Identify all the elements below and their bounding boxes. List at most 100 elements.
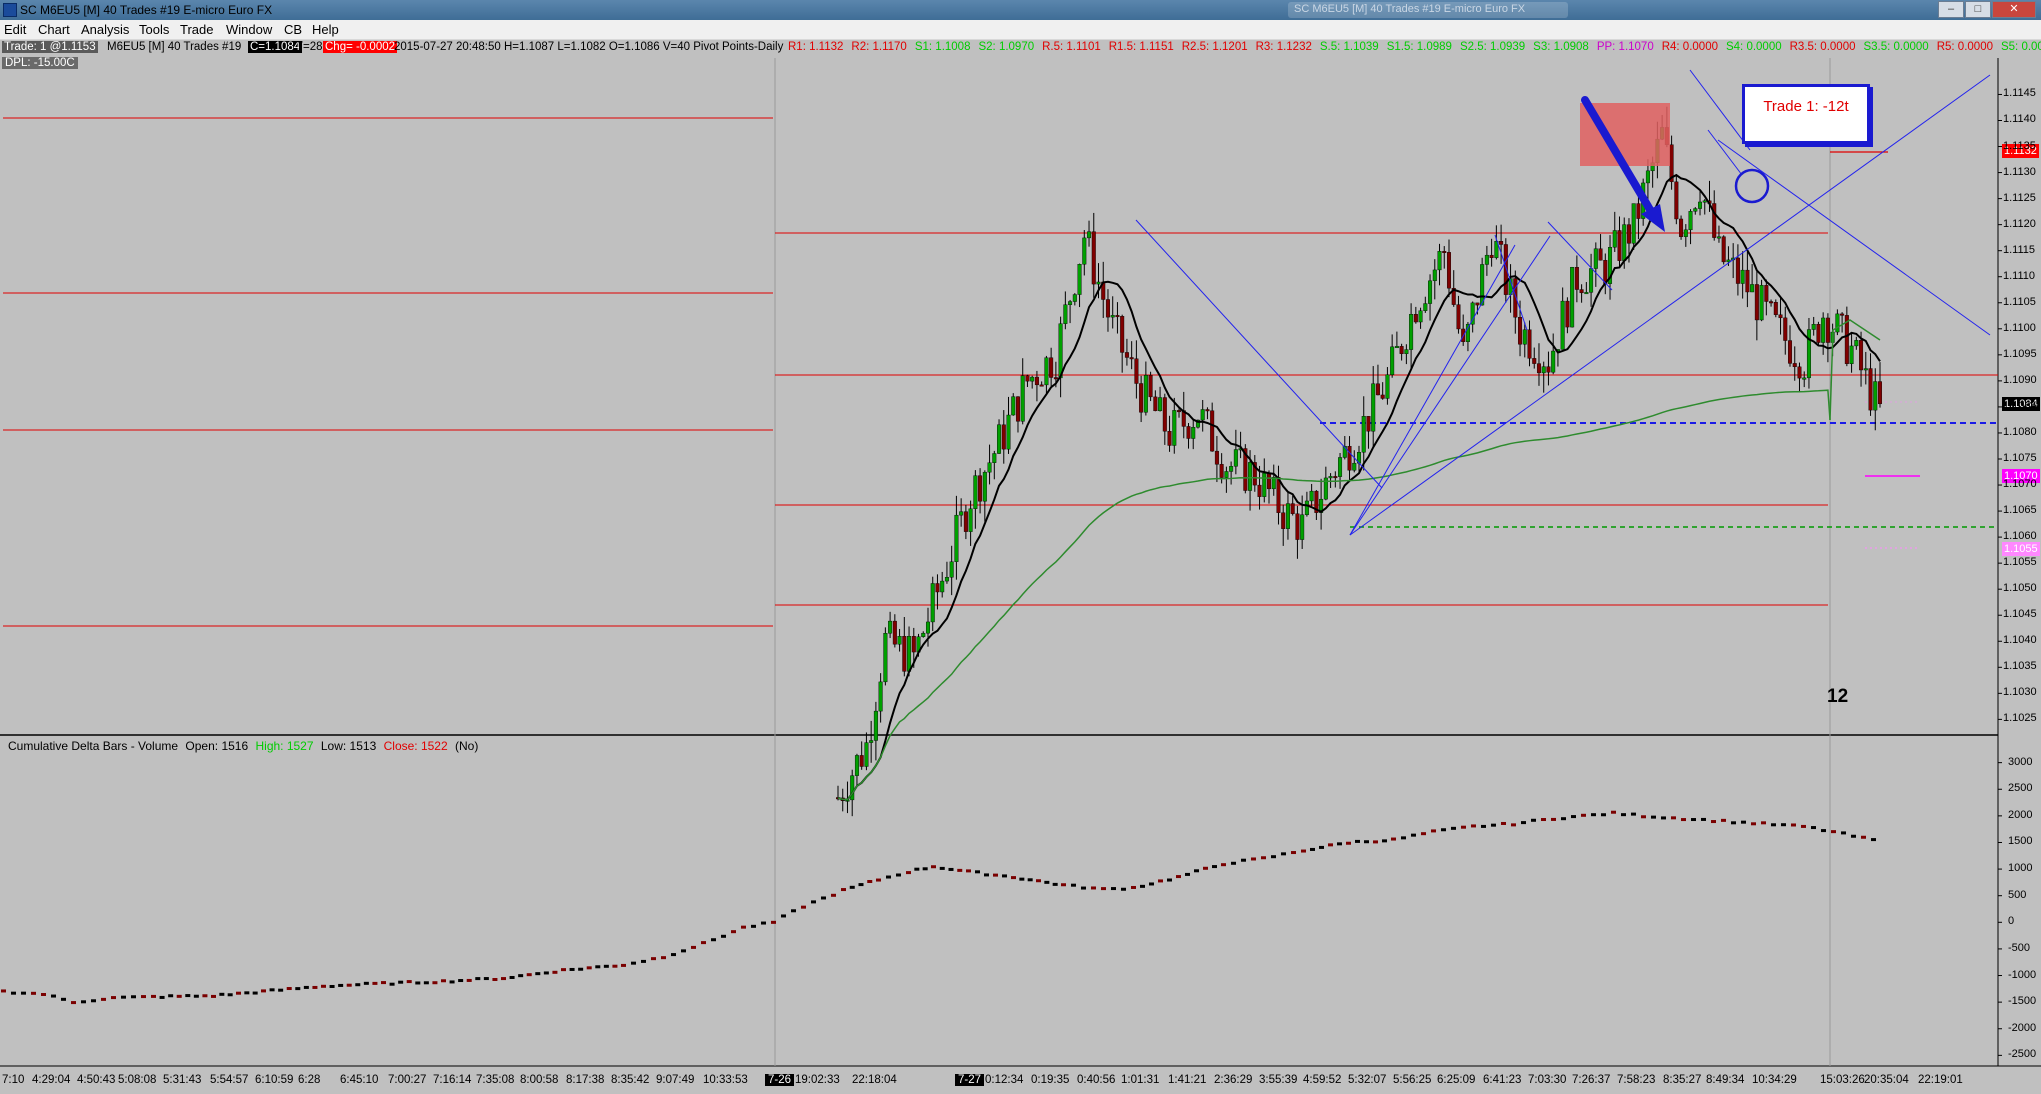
delta-bar	[1411, 833, 1416, 837]
candle-body	[1257, 484, 1262, 497]
delta-bar	[483, 977, 489, 981]
candle-body	[1589, 268, 1594, 293]
candle-body	[1754, 284, 1759, 321]
delta-bar	[1671, 816, 1676, 820]
delta-axis-label: -1500	[2008, 995, 2037, 1008]
candle-body	[1124, 352, 1129, 358]
candle-body	[902, 636, 907, 672]
candle-body	[1153, 396, 1158, 412]
candle-body	[1290, 503, 1295, 514]
delta-bar	[948, 867, 954, 871]
candle-body	[1645, 170, 1650, 184]
delta-bar	[1019, 877, 1025, 881]
candle-body	[1688, 211, 1693, 231]
time-axis-label: 4:50:43	[77, 1074, 116, 1086]
delta-axis-label: -2000	[2008, 1021, 2037, 1034]
delta-bar	[1176, 875, 1181, 879]
delta-bar	[329, 984, 335, 988]
delta-bar	[914, 867, 920, 871]
delta-bar	[458, 979, 464, 983]
candle-body	[1626, 224, 1631, 244]
candle-body	[1598, 248, 1603, 261]
delta-bar	[1301, 849, 1306, 853]
time-axis-label: 7-27	[955, 1074, 985, 1086]
time-axis-label: 6:41:23	[1483, 1074, 1522, 1086]
delta-bar	[552, 970, 558, 974]
delta-bar	[269, 988, 275, 992]
candle-body	[1773, 302, 1778, 315]
candle-body	[1612, 230, 1617, 248]
time-axis-label: 8:35:27	[1663, 1074, 1702, 1086]
candle-body	[1276, 477, 1281, 513]
candle-body	[883, 633, 888, 683]
price-axis-label: 1.1095	[2003, 347, 2037, 360]
candle-body	[1058, 323, 1063, 379]
candle-body	[959, 511, 964, 516]
delta-bar	[1364, 840, 1369, 844]
delta-bar	[1271, 855, 1276, 859]
trendline	[1135, 219, 1383, 489]
candle-body	[1859, 340, 1864, 371]
delta-bar	[1, 989, 6, 993]
candle-body	[1020, 375, 1025, 422]
price-axis-label: 1.1075	[2003, 451, 2037, 464]
time-axis-label: 1:01:31	[1121, 1074, 1160, 1086]
delta-bar	[1761, 821, 1766, 825]
delta-bar	[761, 921, 766, 925]
time-axis-label: 7:16:14	[433, 1074, 472, 1086]
delta-bar	[561, 968, 566, 972]
candle-body	[940, 580, 945, 593]
candle-body	[1139, 383, 1144, 413]
candle-body	[1210, 410, 1215, 452]
candle-body	[1849, 345, 1854, 364]
trade-annotation-box[interactable]: Trade 1: -12t	[1742, 84, 1870, 144]
candle-body	[944, 577, 949, 582]
candle-body	[1532, 358, 1537, 364]
delta-bar	[338, 983, 344, 987]
delta-bar	[603, 964, 609, 968]
candle-body	[869, 740, 874, 743]
candle-body	[978, 475, 983, 502]
delta-bar	[501, 977, 506, 981]
candle-body	[1574, 267, 1579, 290]
candle-body	[1570, 267, 1575, 328]
delta-axis-label: 1500	[2008, 835, 2033, 848]
delta-bar	[1203, 866, 1208, 870]
candle-body	[1186, 426, 1191, 439]
candle-body	[1011, 396, 1016, 416]
candle-body	[949, 561, 954, 578]
delta-bar	[957, 868, 963, 872]
delta-bar	[731, 930, 736, 934]
delta-bar	[831, 893, 836, 897]
delta-bar	[1481, 824, 1486, 828]
delta-bar	[1601, 813, 1606, 817]
candle-body	[1409, 314, 1414, 350]
candle-body	[1115, 315, 1120, 318]
delta-axis-label: -2500	[2008, 1048, 2037, 1061]
candle-body	[1617, 230, 1622, 261]
delta-bar	[1140, 884, 1145, 888]
candle-body	[1636, 203, 1641, 219]
candle-body	[1200, 409, 1205, 421]
price-axis-label: 1.1045	[2003, 608, 2037, 621]
candle-body	[1413, 314, 1418, 323]
candle-body	[1366, 416, 1371, 432]
candle-body	[1536, 363, 1541, 374]
chart-canvas[interactable]	[0, 0, 2041, 1094]
delta-bar	[295, 987, 301, 991]
delta-bar	[1651, 815, 1656, 819]
delta-bar	[121, 995, 126, 999]
delta-bar	[363, 981, 369, 985]
price-axis-label: 1.1040	[2003, 634, 2037, 647]
delta-bar	[906, 871, 911, 875]
delta-bar	[193, 994, 199, 998]
candle-body	[921, 632, 926, 637]
delta-bar	[1194, 869, 1199, 873]
delta-bar	[211, 994, 216, 998]
delta-bar	[1241, 858, 1246, 862]
candle-body	[1300, 514, 1305, 540]
candle-body	[892, 620, 897, 645]
candle-body	[1437, 251, 1442, 271]
candle-body	[1456, 304, 1461, 330]
delta-bar	[1052, 882, 1058, 886]
